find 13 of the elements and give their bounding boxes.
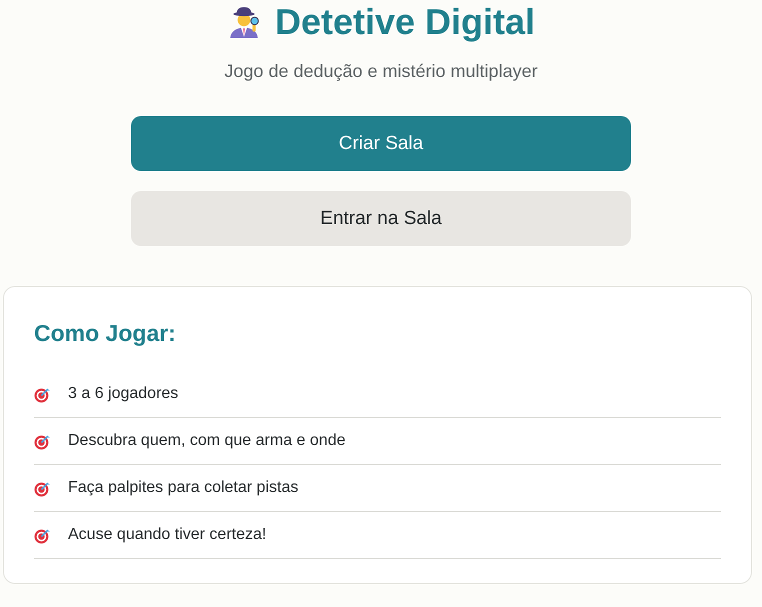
app-title: Detetive Digital [274, 2, 536, 42]
target-icon [34, 432, 51, 450]
instruction-text: 3 a 6 jogadores [68, 385, 178, 403]
instruction-text: Descubra quem, com que arma e onde [68, 432, 346, 450]
instructions-title: Como Jogar: [34, 319, 177, 348]
instruction-text: Faça palpites para coletar pistas [68, 479, 298, 497]
target-icon [34, 526, 51, 544]
create-room-button[interactable]: Criar Sala [131, 116, 631, 171]
subtitle: Jogo de dedução e mistério multiplayer [224, 60, 538, 83]
join-room-button[interactable]: Entrar na Sala [131, 191, 631, 246]
target-icon [34, 480, 51, 496]
target-icon [34, 386, 51, 402]
instruction-text: Acuse quando tiver certeza! [68, 526, 266, 544]
